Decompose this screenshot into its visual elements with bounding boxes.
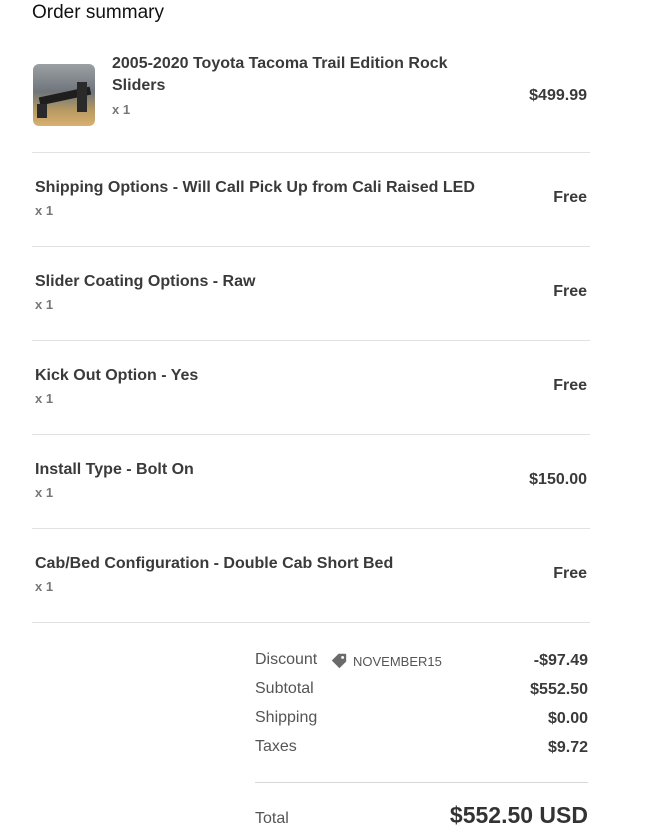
line-item-name: Shipping Options - Will Call Pick Up fro…: [35, 179, 475, 196]
line-items-list: 2005-2020 Toyota Tacoma Trail Edition Ro…: [32, 36, 590, 623]
discount-label: Discount: [255, 651, 318, 668]
shipping-row: Shipping $0.00: [255, 706, 588, 735]
order-summary-title: Order summary: [32, 2, 164, 23]
line-item-name: Kick Out Option - Yes: [35, 367, 199, 384]
taxes-value: $9.72: [547, 739, 588, 756]
line-item-price: Free: [553, 189, 587, 206]
line-item-name: Slider Coating Options - Raw: [35, 273, 256, 290]
shipping-label: Shipping: [255, 709, 318, 726]
line-item-price: Free: [553, 377, 587, 394]
line-item: Install Type - Bolt On x 1 $150.00: [32, 435, 590, 529]
tag-icon: [331, 653, 347, 669]
line-item-name: Cab/Bed Configuration - Double Cab Short…: [35, 555, 394, 572]
line-item-quantity: x 1: [35, 297, 54, 312]
line-item-name: Install Type - Bolt On: [35, 461, 194, 478]
line-item-quantity: x 1: [35, 579, 54, 594]
line-item-price: $150.00: [529, 471, 587, 488]
line-item-price: $499.99: [529, 87, 587, 104]
line-item: Shipping Options - Will Call Pick Up fro…: [32, 153, 590, 247]
product-thumbnail: [33, 64, 95, 126]
subtotal-value: $552.50: [530, 681, 588, 698]
total-label: Total: [255, 810, 289, 827]
totals-section: Discount NOVEMBER15 -$97.49 Subtotal $55…: [255, 648, 588, 764]
order-summary-page: Order summary 2005-2020 Toyota Tacoma Tr…: [0, 0, 671, 839]
discount-value: -$97.49: [533, 652, 588, 669]
shipping-value: $0.00: [547, 710, 588, 727]
total-value: $552.50 USD: [449, 802, 588, 828]
discount-code-text: NOVEMBER15: [353, 653, 442, 669]
total-row: Total $552.50 USD: [255, 800, 588, 836]
line-item-quantity: x 1: [35, 485, 54, 500]
line-item-name: 2005-2020 Toyota Tacoma Trail Edition Ro…: [112, 55, 448, 94]
line-item-quantity: x 1: [35, 391, 54, 406]
totals-divider: [255, 782, 588, 783]
subtotal-row: Subtotal $552.50: [255, 677, 588, 706]
line-item-quantity: x 1: [112, 102, 131, 117]
line-item-quantity: x 1: [35, 203, 54, 218]
discount-code: NOVEMBER15: [330, 652, 442, 670]
taxes-row: Taxes $9.72: [255, 735, 588, 764]
line-item: Cab/Bed Configuration - Double Cab Short…: [32, 529, 590, 623]
discount-row: Discount NOVEMBER15 -$97.49: [255, 648, 588, 677]
line-item: Slider Coating Options - Raw x 1 Free: [32, 247, 590, 341]
line-item: 2005-2020 Toyota Tacoma Trail Edition Ro…: [32, 36, 590, 153]
subtotal-label: Subtotal: [255, 680, 314, 697]
line-item-price: Free: [553, 565, 587, 582]
line-item-price: Free: [553, 283, 587, 300]
taxes-label: Taxes: [255, 738, 297, 755]
line-item: Kick Out Option - Yes x 1 Free: [32, 341, 590, 435]
